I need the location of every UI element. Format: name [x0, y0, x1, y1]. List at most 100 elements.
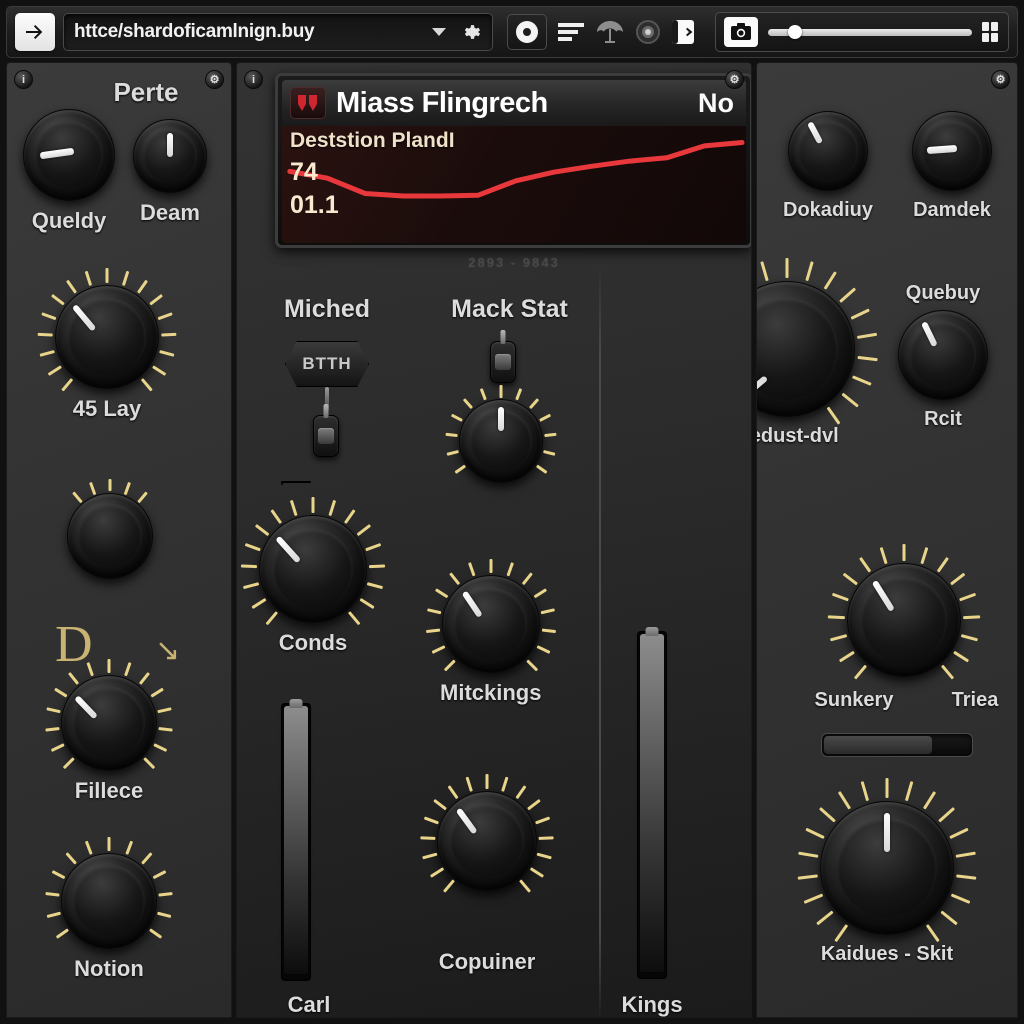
knob-sunkery[interactable]: [827, 543, 981, 680]
knob-aedust-dvl[interactable]: Aedust-dvl: [757, 257, 878, 447]
knob-queldy[interactable]: Queldy: [23, 109, 115, 232]
knob-damdek[interactable]: Damdek: [912, 111, 992, 220]
switch-stem: [500, 330, 506, 344]
display-caption: 2893 - 9843: [468, 255, 560, 270]
toggle-switch-miched[interactable]: [313, 404, 339, 457]
knob-mitckings[interactable]: Mitckings: [425, 558, 556, 705]
knob-quebuy[interactable]: Quebuy Rcit: [898, 283, 988, 430]
switch-rocker: [495, 354, 511, 370]
zoom-slider[interactable]: [768, 25, 972, 39]
knob-quebuy-label: Quebuy: [905, 282, 981, 304]
lens-icon[interactable]: [635, 19, 661, 45]
knob-notion-label: Notion: [74, 956, 144, 981]
knob-fillece-dial[interactable]: [45, 659, 173, 771]
knob-rcit-label: Rcit: [924, 408, 962, 431]
knob-sunkery-dial[interactable]: [827, 543, 981, 680]
fader-carl-cap[interactable]: [284, 699, 308, 974]
plot-value-1: 74: [290, 158, 318, 186]
list-lines-icon[interactable]: [557, 21, 585, 43]
knob-kaidues-skit[interactable]: Kaidues - Skit: [797, 778, 977, 964]
knob-mitckings-label: Mitckings: [440, 680, 542, 705]
knob-left-unlabeled-dial[interactable]: [67, 478, 153, 579]
grid-handle-icon[interactable]: [982, 22, 1000, 42]
knob-queldy-label: Queldy: [31, 208, 107, 233]
knob-45lay-dial[interactable]: [37, 267, 177, 392]
knob-copuiner[interactable]: Copuiner: [420, 774, 554, 974]
info-badge-icon[interactable]: i: [244, 70, 263, 89]
knob-aedust-dvl-label: Aedust-dvl: [757, 425, 839, 447]
knob-left-unlabeled[interactable]: [67, 478, 153, 579]
knob-deam[interactable]: Deam: [133, 119, 207, 224]
knob-aedust-dvl-dial[interactable]: [757, 257, 878, 425]
plugin-body: i ⚙ Perte Queldy Deam 45 Lay D ↘ Fillece…: [6, 62, 1018, 1018]
vertical-fader-kings[interactable]: [637, 627, 667, 979]
export-page-icon[interactable]: [671, 18, 697, 46]
url-bar[interactable]: httce/shardoficamlnign.buy: [63, 13, 493, 51]
knob-left-unlabeled-ticks: [53, 478, 167, 593]
knob-dokadiuy[interactable]: Dokadiuy: [783, 111, 873, 220]
go-button[interactable]: [15, 13, 55, 51]
toggle-switch-mackstat[interactable]: [490, 330, 516, 383]
info-badge-icon[interactable]: i: [14, 70, 33, 89]
knob-mackstat[interactable]: [445, 385, 557, 483]
plugin-window: httce/shardoficamlnign.buy i ⚙ Perte Que…: [0, 0, 1024, 1024]
knob-copuiner-ticks: [420, 774, 554, 907]
knob-sunkery-ticks: [827, 543, 981, 696]
panel-center: i ⚙ Miass Flingrech No Deststion PlandI …: [236, 62, 752, 1018]
knob-conds[interactable]: Conds: [240, 496, 386, 654]
knob-triea-label: Triea: [951, 689, 999, 711]
knob-quebuy-pointer: [920, 321, 938, 348]
knob-queldy-pointer: [39, 147, 75, 159]
knob-damdek-label: Damdek: [913, 199, 991, 221]
camera-icon[interactable]: [724, 17, 758, 47]
chevron-down-icon[interactable]: [432, 28, 446, 36]
panel-right: ⚙ Dokadiuy Damdek A: [756, 62, 1018, 1018]
fader-carl-design-track[interactable]: [281, 481, 311, 483]
hex-button-btth[interactable]: BTTH: [285, 341, 369, 387]
fader-kings-nub: [645, 627, 659, 636]
knob-deam-dial[interactable]: [133, 119, 207, 193]
knob-45lay[interactable]: 45 Lay: [37, 267, 177, 420]
knob-copuiner-label: Copuiner: [438, 949, 536, 974]
knob-notion-dial[interactable]: [45, 837, 173, 949]
knob-fillece-pointer: [74, 694, 99, 720]
horizontal-slider-triea[interactable]: [821, 733, 973, 757]
knob-dokadiuy-pointer: [807, 121, 824, 145]
knob-dokadiuy-label: Dokadiuy: [783, 199, 874, 221]
knob-queldy-dial[interactable]: [23, 109, 115, 201]
url-input[interactable]: httce/shardoficamlnign.buy: [74, 21, 432, 43]
center-col2-title: Mack Stat: [451, 295, 568, 323]
gear-icon[interactable]: [458, 20, 482, 44]
plot-value-2: 01.1: [290, 191, 339, 219]
display-right-label: No: [698, 87, 734, 118]
knob-damdek-dial[interactable]: [912, 111, 992, 191]
fader-kings-cap[interactable]: [640, 627, 664, 972]
fader-carl-nub: [289, 699, 303, 708]
decorative-arrow-icon: ↘: [155, 634, 181, 667]
knob-quebuy-dial[interactable]: [898, 310, 988, 401]
knob-notion[interactable]: Notion: [45, 837, 173, 981]
screw-badge-icon[interactable]: ⚙: [205, 70, 224, 89]
center-col1-title: Miched: [283, 295, 371, 323]
panel-divider: [599, 263, 601, 1017]
knob-mackstat-ticks: [445, 385, 557, 497]
display-screen[interactable]: Miass Flingrech No Deststion PlandI 74 0…: [275, 73, 751, 248]
record-ring-icon[interactable]: [507, 14, 547, 50]
display-header: Miass Flingrech No: [282, 80, 746, 126]
knob-mitckings-dial[interactable]: [425, 558, 556, 673]
fader-carl-design-body[interactable]: [281, 483, 283, 485]
knob-copuiner-dial[interactable]: [420, 774, 554, 894]
knob-kaidues-skit-dial[interactable]: [797, 778, 977, 943]
zoom-slider-thumb[interactable]: [788, 25, 803, 39]
knob-45lay-pointer: [71, 304, 97, 332]
knob-mackstat-dial[interactable]: [445, 385, 557, 483]
screw-badge-icon[interactable]: ⚙: [725, 70, 744, 89]
umbrella-icon[interactable]: [595, 19, 625, 45]
knob-copuiner-pointer: [455, 807, 478, 835]
knob-dokadiuy-dial[interactable]: [788, 111, 869, 191]
vertical-fader-carl[interactable]: [281, 699, 311, 981]
knob-fillece[interactable]: Fillece: [45, 659, 173, 802]
knob-conds-dial[interactable]: [240, 496, 386, 626]
knob-notion-ticks: [45, 837, 173, 965]
screw-badge-icon[interactable]: ⚙: [991, 70, 1010, 89]
